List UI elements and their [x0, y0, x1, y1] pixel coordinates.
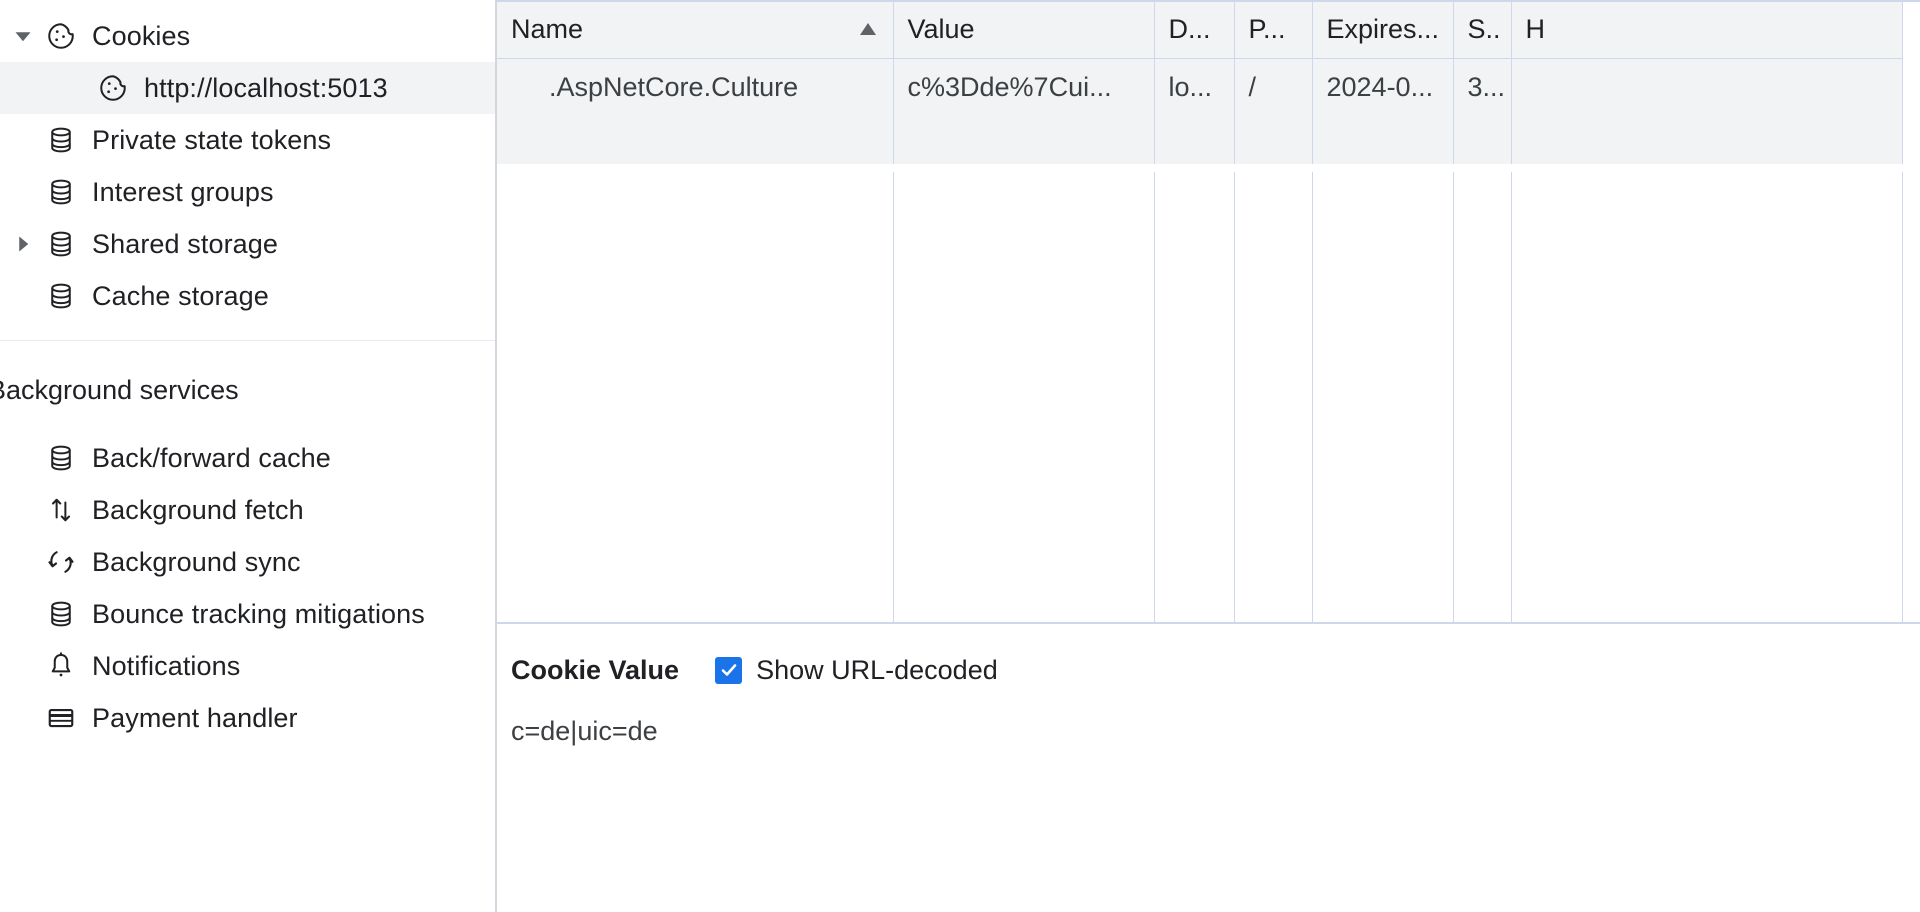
sidebar-item-shared-storage[interactable]: Shared storage	[0, 218, 495, 270]
cookies-main-panel: Name Value D... P... Expires... S.. H .AspNetC…	[495, 0, 1920, 912]
cell-value: c%3Dde%7Cui...	[893, 58, 1154, 116]
background-services-title: Background services	[0, 341, 495, 432]
sidebar-item-cache-storage[interactable]: Cache storage	[0, 270, 495, 322]
table-row[interactable]: .AspNetCore.Culturec%3Dde%7Cui...lo.../2…	[497, 58, 1902, 116]
empty-cell-size	[1453, 116, 1511, 164]
cell-httponly	[1511, 58, 1902, 116]
empty-cell-value	[893, 116, 1154, 164]
cell-domain: lo...	[1154, 58, 1234, 116]
credit-card-icon	[38, 703, 84, 733]
sidebar-item-label: Bounce tracking mitigations	[84, 599, 425, 630]
empty-cell-domain	[1154, 116, 1234, 164]
show-url-decoded-checkbox[interactable]	[715, 657, 742, 684]
column-header-label: P...	[1249, 14, 1286, 45]
sidebar-item-back-forward-cache[interactable]: Back/forward cache	[0, 432, 495, 484]
sidebar-item-label: http://localhost:5013	[136, 73, 388, 104]
devtools-application-panel: Web SQL Cookies http://localhost:5013 Priva…	[0, 0, 1920, 912]
sync-icon	[38, 547, 84, 577]
sidebar-item-label: Shared storage	[84, 229, 278, 260]
twisty-expanded-icon[interactable]	[8, 27, 38, 45]
sidebar-item-label: Cookies	[84, 21, 190, 52]
column-gridlines	[497, 172, 1902, 622]
cell-expires: 2024-0...	[1312, 58, 1453, 116]
twisty-collapsed-icon[interactable]	[8, 235, 38, 253]
cookies-table: Name Value D... P... Expires... S.. H .AspNetC…	[497, 2, 1903, 164]
empty-cell-expires	[1312, 116, 1453, 164]
sidebar-item-label: Cache storage	[84, 281, 269, 312]
column-header-httponly[interactable]: H	[1511, 2, 1902, 58]
sidebar-item-interest-groups[interactable]: Interest groups	[0, 166, 495, 218]
table-header-row: Name Value D... P... Expires... S.. H	[497, 2, 1902, 58]
column-header-label: D...	[1169, 14, 1211, 45]
table-empty-row	[497, 116, 1902, 164]
sidebar-item-label: Background sync	[84, 547, 301, 578]
column-header-label: Value	[908, 14, 975, 45]
cookie-preview-panel: Cookie Value Show URL-decoded c=de|uic=d…	[497, 622, 1920, 912]
sidebar-item-payment-handler[interactable]: Payment handler	[0, 692, 495, 744]
sidebar-item-cookies[interactable]: Cookies	[0, 10, 495, 62]
sort-ascending-icon	[857, 14, 879, 45]
storage-sidebar: Web SQL Cookies http://localhost:5013 Priva…	[0, 0, 495, 912]
cookie-value-text: c=de|uic=de	[511, 716, 1920, 747]
bell-icon	[38, 651, 84, 681]
database-icon	[38, 281, 84, 311]
sidebar-item-label: Notifications	[84, 651, 240, 682]
storage-tree: Web SQL Cookies http://localhost:5013 Priva…	[0, 0, 495, 744]
column-header-name[interactable]: Name	[497, 2, 893, 58]
database-icon	[38, 125, 84, 155]
column-header-value[interactable]: Value	[893, 2, 1154, 58]
column-header-label: H	[1526, 14, 1546, 45]
sidebar-item-http-localhost-5013[interactable]: http://localhost:5013	[0, 62, 495, 114]
column-header-label: Name	[511, 14, 583, 45]
sidebar-item-background-fetch[interactable]: Background fetch	[0, 484, 495, 536]
empty-cell-path	[1234, 116, 1312, 164]
sidebar-item-bounce-tracking-mitigations[interactable]: Bounce tracking mitigations	[0, 588, 495, 640]
database-icon	[38, 229, 84, 259]
cookie-preview-header: Cookie Value Show URL-decoded	[511, 646, 1920, 694]
cell-path: /	[1234, 58, 1312, 116]
database-icon	[38, 599, 84, 629]
cookie-icon	[90, 73, 136, 103]
column-header-label: Expires...	[1327, 14, 1440, 45]
column-header-expires[interactable]: Expires...	[1312, 2, 1453, 58]
database-icon	[38, 177, 84, 207]
cell-name: .AspNetCore.Culture	[497, 58, 893, 116]
show-url-decoded-label[interactable]: Show URL-decoded	[756, 655, 998, 686]
sidebar-item-label: Private state tokens	[84, 125, 331, 156]
column-header-size[interactable]: S..	[1453, 2, 1511, 58]
sidebar-item-label: Payment handler	[84, 703, 298, 734]
sidebar-item-label: Background fetch	[84, 495, 304, 526]
updown-arrows-icon	[38, 495, 84, 525]
cookie-value-title: Cookie Value	[511, 655, 679, 686]
sidebar-item-notifications[interactable]: Notifications	[0, 640, 495, 692]
empty-cell-httponly	[1511, 116, 1902, 164]
cookie-icon	[38, 21, 84, 51]
sidebar-item-private-state-tokens[interactable]: Private state tokens	[0, 114, 495, 166]
empty-cell-name	[497, 116, 893, 164]
sidebar-item-background-sync[interactable]: Background sync	[0, 536, 495, 588]
sidebar-item-web-sql[interactable]: Web SQL	[0, 0, 495, 10]
sidebar-item-label: Back/forward cache	[84, 443, 331, 474]
column-header-label: S..	[1468, 14, 1501, 45]
cell-size: 3...	[1453, 58, 1511, 116]
column-header-domain[interactable]: D...	[1154, 2, 1234, 58]
sidebar-item-label: Interest groups	[84, 177, 274, 208]
cookies-grid: Name Value D... P... Expires... S.. H .AspNetC…	[497, 0, 1920, 622]
column-header-path[interactable]: P...	[1234, 2, 1312, 58]
database-icon	[38, 443, 84, 473]
